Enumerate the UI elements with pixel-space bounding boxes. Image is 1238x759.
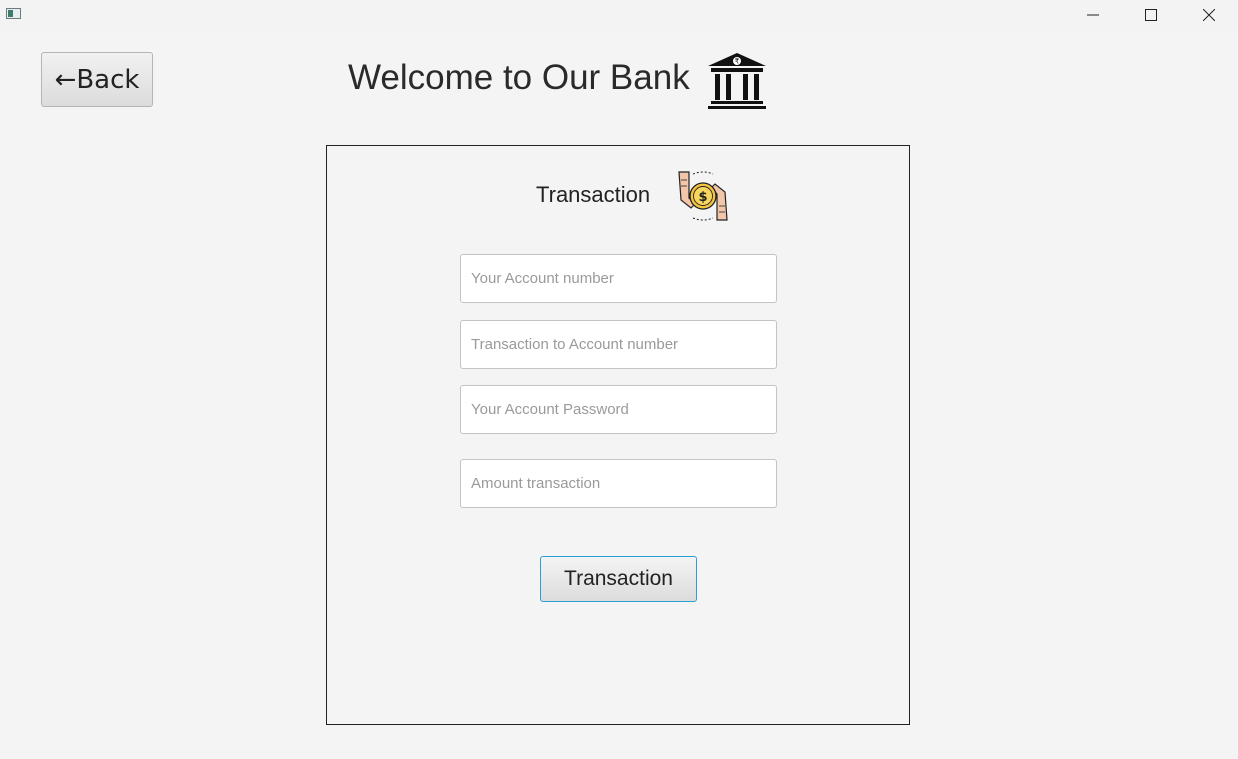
app-icon	[6, 8, 21, 19]
maximize-icon[interactable]	[1122, 0, 1180, 30]
svg-text:₹: ₹	[735, 58, 740, 66]
bank-building-icon: ₹	[706, 52, 768, 110]
back-button[interactable]: ←Back	[41, 52, 153, 107]
svg-text:$: $	[698, 190, 707, 205]
window-titlebar	[0, 0, 1238, 30]
to-account-number-input[interactable]	[460, 320, 777, 369]
page-title: Welcome to Our Bank	[348, 58, 690, 97]
amount-transaction-input[interactable]	[460, 459, 777, 508]
transaction-button[interactable]: Transaction	[540, 556, 697, 602]
money-exchange-icon: $	[675, 168, 731, 224]
panel-title: Transaction	[536, 182, 651, 207]
your-account-number-input[interactable]	[460, 254, 777, 303]
minimize-icon[interactable]	[1064, 0, 1122, 30]
account-password-input[interactable]	[460, 385, 777, 434]
transaction-panel: Transaction $ Transaction	[326, 145, 910, 725]
close-icon[interactable]	[1180, 0, 1238, 30]
